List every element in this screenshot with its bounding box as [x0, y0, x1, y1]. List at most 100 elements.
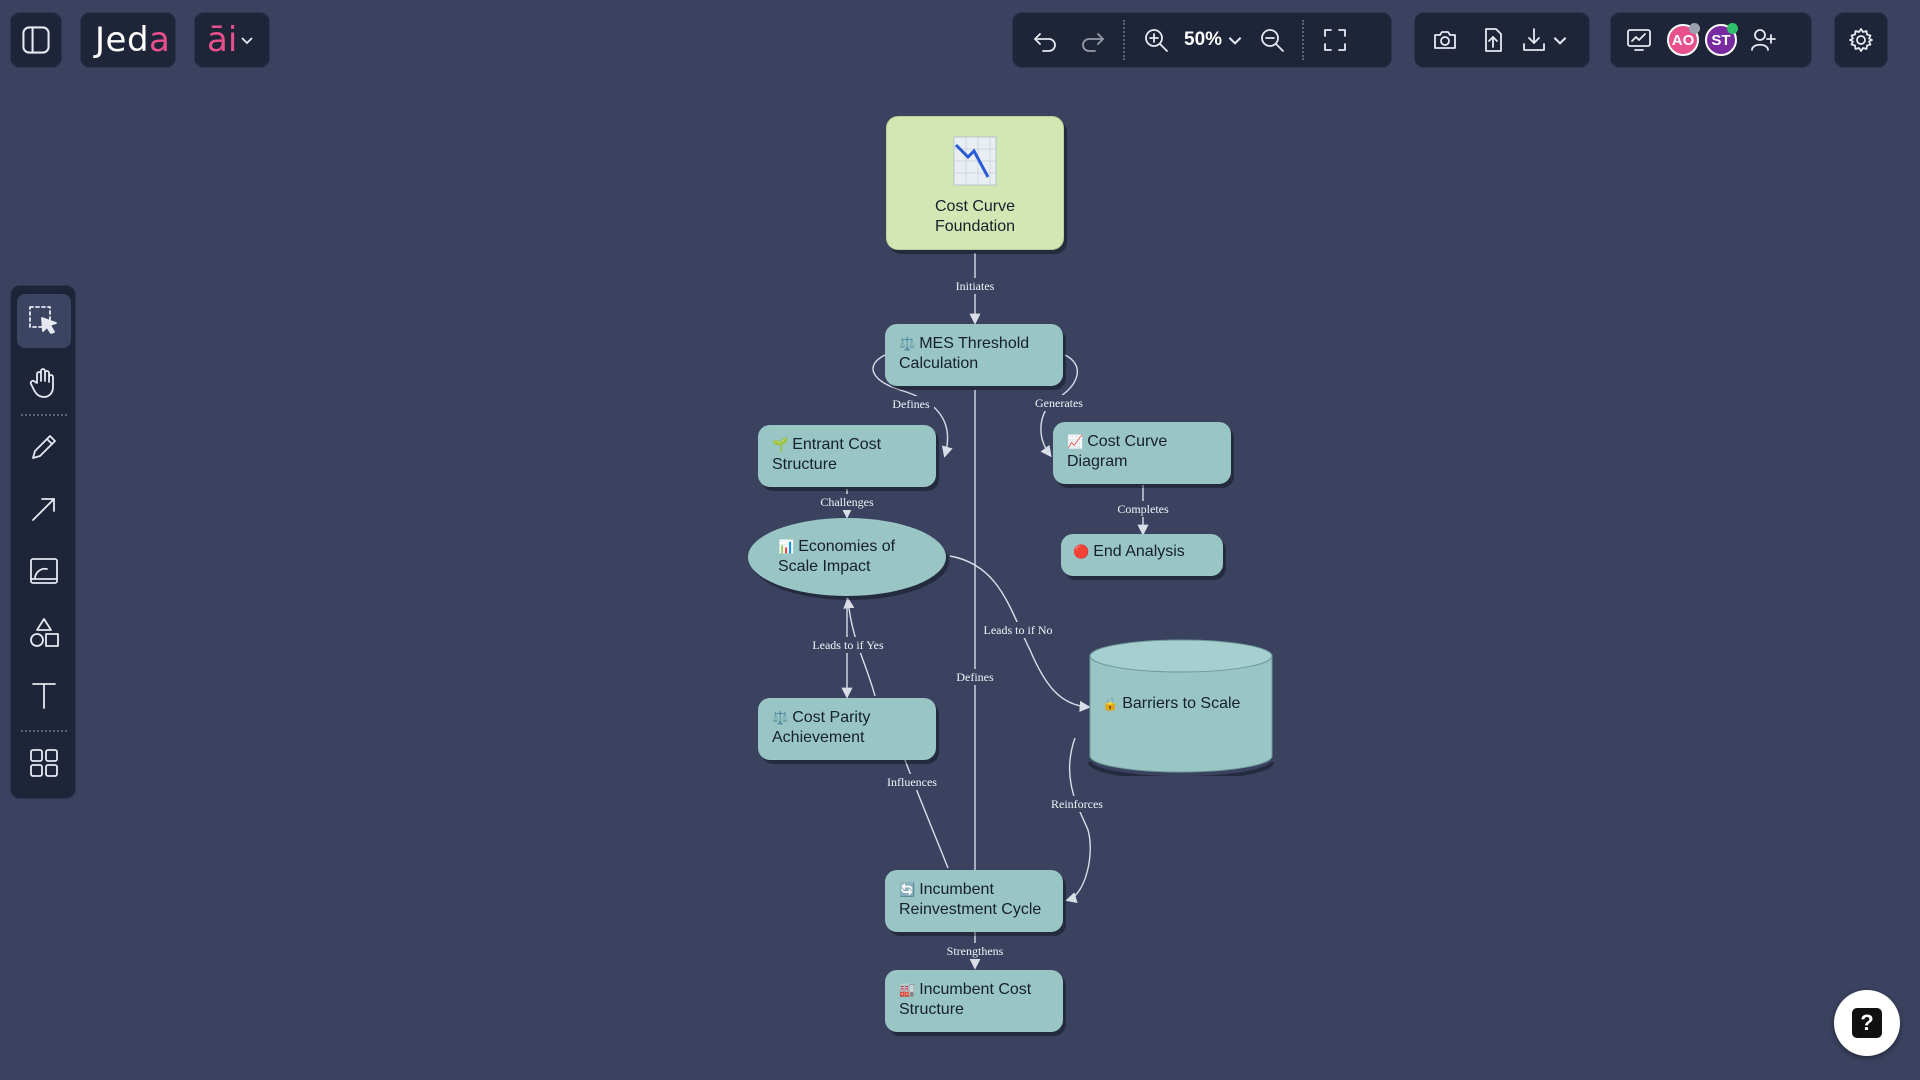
node-label: Entrant Cost Structure	[772, 436, 882, 473]
help-button[interactable]: ?	[1834, 990, 1900, 1056]
sidebar-toggle-button[interactable]	[13, 16, 59, 64]
camera-icon	[1434, 31, 1456, 49]
avatar-initials: AO	[1671, 31, 1695, 49]
export-toolbar	[1414, 12, 1590, 68]
chevron-down-icon	[241, 37, 253, 45]
fit-to-screen-button[interactable]	[1311, 16, 1359, 64]
app-logo[interactable]: Jeda	[81, 20, 184, 60]
toolbar-separator	[21, 730, 67, 732]
node-end-analysis[interactable]: 🔴 End Analysis	[1061, 534, 1223, 576]
avatar-user-2[interactable]: ST	[1705, 23, 1738, 56]
node-incumbent-reinvestment[interactable]: 🔄 Incumbent Reinvestment Cycle	[885, 870, 1063, 932]
node-entrant-cost[interactable]: 🌱 Entrant Cost Structure	[758, 425, 936, 487]
edge-label-reinforces: Reinforces	[1051, 797, 1103, 811]
edge-label-defines-center: Defines	[956, 670, 994, 684]
drawing-toolbar	[10, 285, 76, 799]
red-circle-icon: 🔴	[1073, 544, 1090, 559]
undo-icon	[1034, 33, 1056, 52]
node-label: Incumbent Reinvestment Cycle	[899, 881, 1042, 918]
zoom-level-dropdown[interactable]: 50%	[1180, 29, 1248, 51]
node-label: MES Threshold Calculation	[899, 335, 1030, 372]
node-economies-scale[interactable]: 📊 Economies of Scale Impact	[748, 518, 946, 596]
toolbar-separator	[21, 414, 67, 416]
question-icon: ?	[1852, 1008, 1882, 1038]
edit-zoom-toolbar: 50%	[1012, 12, 1392, 68]
chevron-down-icon	[1228, 37, 1242, 45]
node-cost-curve-diagram[interactable]: 📈 Cost Curve Diagram	[1053, 422, 1231, 484]
avatar-user-1[interactable]: AO	[1667, 23, 1700, 56]
chart-up-icon: 📈	[1067, 434, 1084, 449]
invite-user-button[interactable]	[1743, 16, 1783, 64]
sidebar-toggle-group	[10, 12, 62, 68]
settings-button[interactable]	[1837, 16, 1885, 64]
pencil-icon	[32, 435, 56, 459]
sidebar-icon	[22, 26, 50, 54]
select-tool[interactable]	[17, 294, 71, 348]
lock-icon: 🔒	[1102, 696, 1119, 711]
node-mes-threshold[interactable]: ⚖️ MES Threshold Calculation	[885, 324, 1063, 386]
node-label: Economies of Scale Impact	[778, 538, 896, 575]
chevron-down-icon	[1553, 37, 1567, 45]
upload-button[interactable]	[1469, 16, 1517, 64]
image-frame-icon	[30, 558, 58, 584]
zoom-out-icon	[1261, 29, 1284, 52]
edge-label-generates: Generates	[1035, 396, 1083, 410]
edge-label-completes: Completes	[1117, 502, 1169, 516]
edge-label-leads-no: Leads to if No	[984, 623, 1053, 637]
scale-icon: ⚖️	[899, 336, 916, 351]
edge-label-challenges: Challenges	[820, 495, 874, 509]
presence-dot	[1727, 23, 1738, 34]
templates-tool[interactable]	[17, 736, 71, 790]
shapes-icon	[30, 618, 59, 647]
gear-icon	[1849, 28, 1873, 52]
edge-label-leads-yes: Leads to if Yes	[812, 638, 884, 652]
fullscreen-icon	[1324, 29, 1346, 51]
edge-label-influences: Influences	[887, 775, 937, 789]
arrow-icon	[32, 498, 55, 521]
screenshot-button[interactable]	[1421, 16, 1469, 64]
node-cost-parity[interactable]: ⚖️ Cost Parity Achievement	[758, 698, 936, 760]
edge-reinforces[interactable]	[1065, 737, 1091, 903]
node-label: End Analysis	[1093, 543, 1185, 560]
node-label: Barriers to Scale	[1122, 695, 1241, 712]
present-button[interactable]	[1617, 16, 1661, 64]
select-cursor-icon	[29, 306, 57, 334]
scale-icon: ⚖️	[772, 710, 789, 725]
settings-group	[1834, 12, 1888, 68]
node-incumbent-cost[interactable]: 🏭 Incumbent Cost Structure	[885, 970, 1063, 1032]
collaboration-toolbar: AO ST	[1610, 12, 1812, 68]
text-icon	[32, 683, 56, 709]
text-tool[interactable]	[17, 668, 71, 722]
edge-label-defines-left: Defines	[892, 397, 930, 411]
bar-chart-icon: 📊	[778, 539, 795, 554]
toolbar-separator	[1123, 20, 1126, 60]
file-upload-icon	[1485, 28, 1502, 52]
edge-label-strengthens: Strengthens	[947, 944, 1004, 958]
node-cost-curve-foundation[interactable]: Cost Curve Foundation	[886, 116, 1064, 250]
node-label: Incumbent Cost Structure	[899, 981, 1032, 1018]
redo-button[interactable]	[1069, 16, 1117, 64]
pan-tool[interactable]	[17, 356, 71, 410]
add-user-icon	[1751, 29, 1776, 51]
edge-label-initiates: Initiates	[956, 279, 995, 293]
cycle-arrows-icon: 🔄	[899, 882, 916, 897]
download-icon	[1523, 28, 1545, 51]
zoom-in-button[interactable]	[1132, 16, 1180, 64]
logo-group: Jeda	[80, 12, 176, 68]
zoom-level-value: 50%	[1184, 29, 1223, 50]
node-barriers-scale[interactable]: 🔒 Barriers to Scale	[1088, 638, 1274, 776]
pencil-tool[interactable]	[17, 420, 71, 474]
seedling-icon: 🌱	[772, 437, 789, 452]
toolbar-separator	[1302, 20, 1305, 60]
zoom-out-button[interactable]	[1248, 16, 1296, 64]
undo-button[interactable]	[1021, 16, 1069, 64]
ai-menu-group[interactable]: āi	[194, 12, 270, 68]
image-tool[interactable]	[17, 544, 71, 598]
download-button[interactable]	[1517, 16, 1551, 64]
line-chart-down-icon	[953, 136, 997, 186]
download-options-dropdown[interactable]	[1551, 31, 1569, 49]
presentation-icon	[1627, 29, 1651, 51]
shapes-tool[interactable]	[17, 606, 71, 660]
presence-dot	[1689, 23, 1700, 34]
arrow-tool[interactable]	[17, 482, 71, 536]
